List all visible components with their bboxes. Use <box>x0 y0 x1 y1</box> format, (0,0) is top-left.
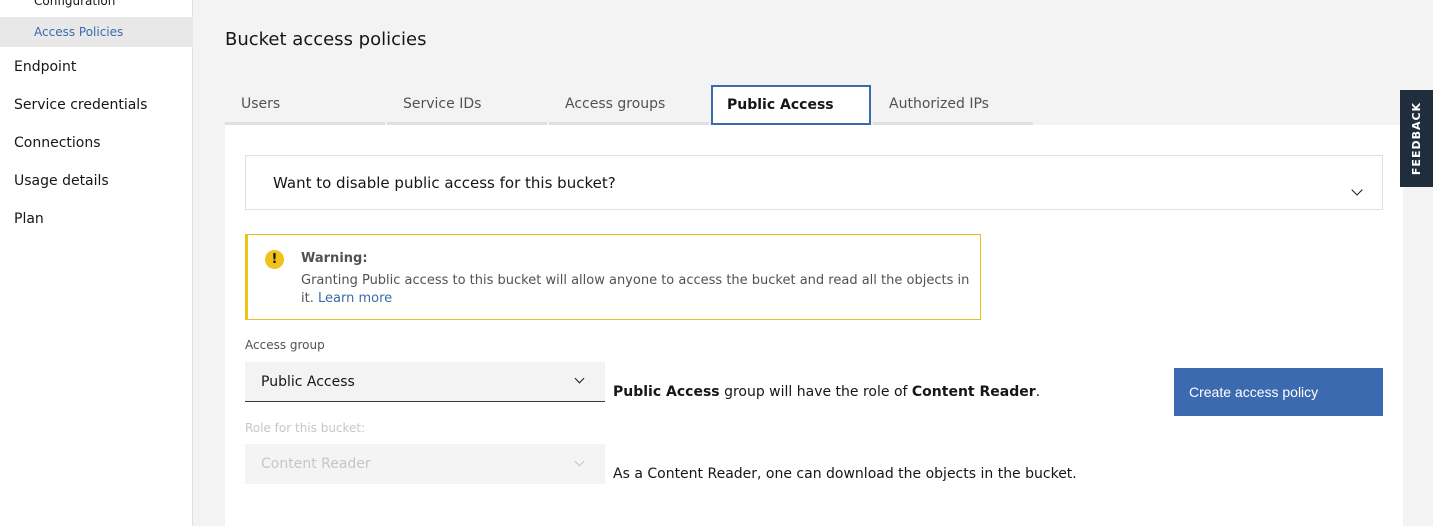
access-group-label: Access group <box>245 338 325 352</box>
feedback-tab[interactable]: FEEDBACK <box>1400 90 1433 187</box>
sidebar-item-connections[interactable]: Connections <box>14 135 101 151</box>
sidebar-item-endpoint[interactable]: Endpoint <box>14 59 76 75</box>
role-select: Content Reader <box>245 444 605 484</box>
sidebar-item-access-policies[interactable]: Access Policies <box>0 17 193 47</box>
page-title: Bucket access policies <box>225 29 427 50</box>
warning-message: Granting Public access to this bucket wi… <box>301 273 970 306</box>
tab-authorized-ips[interactable]: Authorized IPs <box>873 85 1033 125</box>
chevron-down-icon <box>574 373 585 384</box>
sidebar-item-plan[interactable]: Plan <box>14 211 44 227</box>
learn-more-link[interactable]: Learn more <box>318 291 392 306</box>
sidebar-item-usage-details[interactable]: Usage details <box>14 173 109 189</box>
role-name: Content Reader <box>911 384 1036 400</box>
accordion-title: Want to disable public access for this b… <box>273 174 616 192</box>
sidebar-item-service-credentials[interactable]: Service credentials <box>14 97 147 113</box>
role-label: Role for this bucket: <box>245 421 366 435</box>
access-group-description: Public Access group will have the role o… <box>613 384 1040 400</box>
group-name: Public Access <box>613 384 720 400</box>
warning-icon: ! <box>265 250 284 269</box>
tab-access-groups[interactable]: Access groups <box>549 85 709 125</box>
tab-list: Users Service IDs Access groups Public A… <box>225 85 1035 125</box>
chevron-down-icon <box>1351 184 1363 196</box>
tab-service-ids[interactable]: Service IDs <box>387 85 547 125</box>
tab-users[interactable]: Users <box>225 85 385 125</box>
chevron-down-icon <box>574 456 585 467</box>
warning-text: Granting Public access to this bucket wi… <box>301 272 971 308</box>
tab-public-access[interactable]: Public Access <box>711 85 871 125</box>
access-group-value: Public Access <box>261 373 355 390</box>
feedback-label: FEEDBACK <box>1410 101 1424 176</box>
role-description: As a Content Reader, one can download th… <box>613 466 1077 482</box>
warning-notification: ! Warning: Granting Public access to thi… <box>245 234 981 320</box>
desc-end: . <box>1035 384 1041 400</box>
disable-public-access-accordion[interactable]: Want to disable public access for this b… <box>245 155 1383 210</box>
desc-mid: group will have the role of <box>719 384 912 400</box>
access-group-select[interactable]: Public Access <box>245 362 605 402</box>
tab-panel: Want to disable public access for this b… <box>225 125 1403 526</box>
sidebar-item-configuration[interactable]: Configuration <box>0 0 193 16</box>
warning-title: Warning: <box>301 251 368 266</box>
create-access-policy-button[interactable]: Create access policy <box>1174 368 1383 416</box>
sidebar: Configuration Access Policies Endpoint S… <box>0 0 193 526</box>
role-value: Content Reader <box>261 456 371 472</box>
